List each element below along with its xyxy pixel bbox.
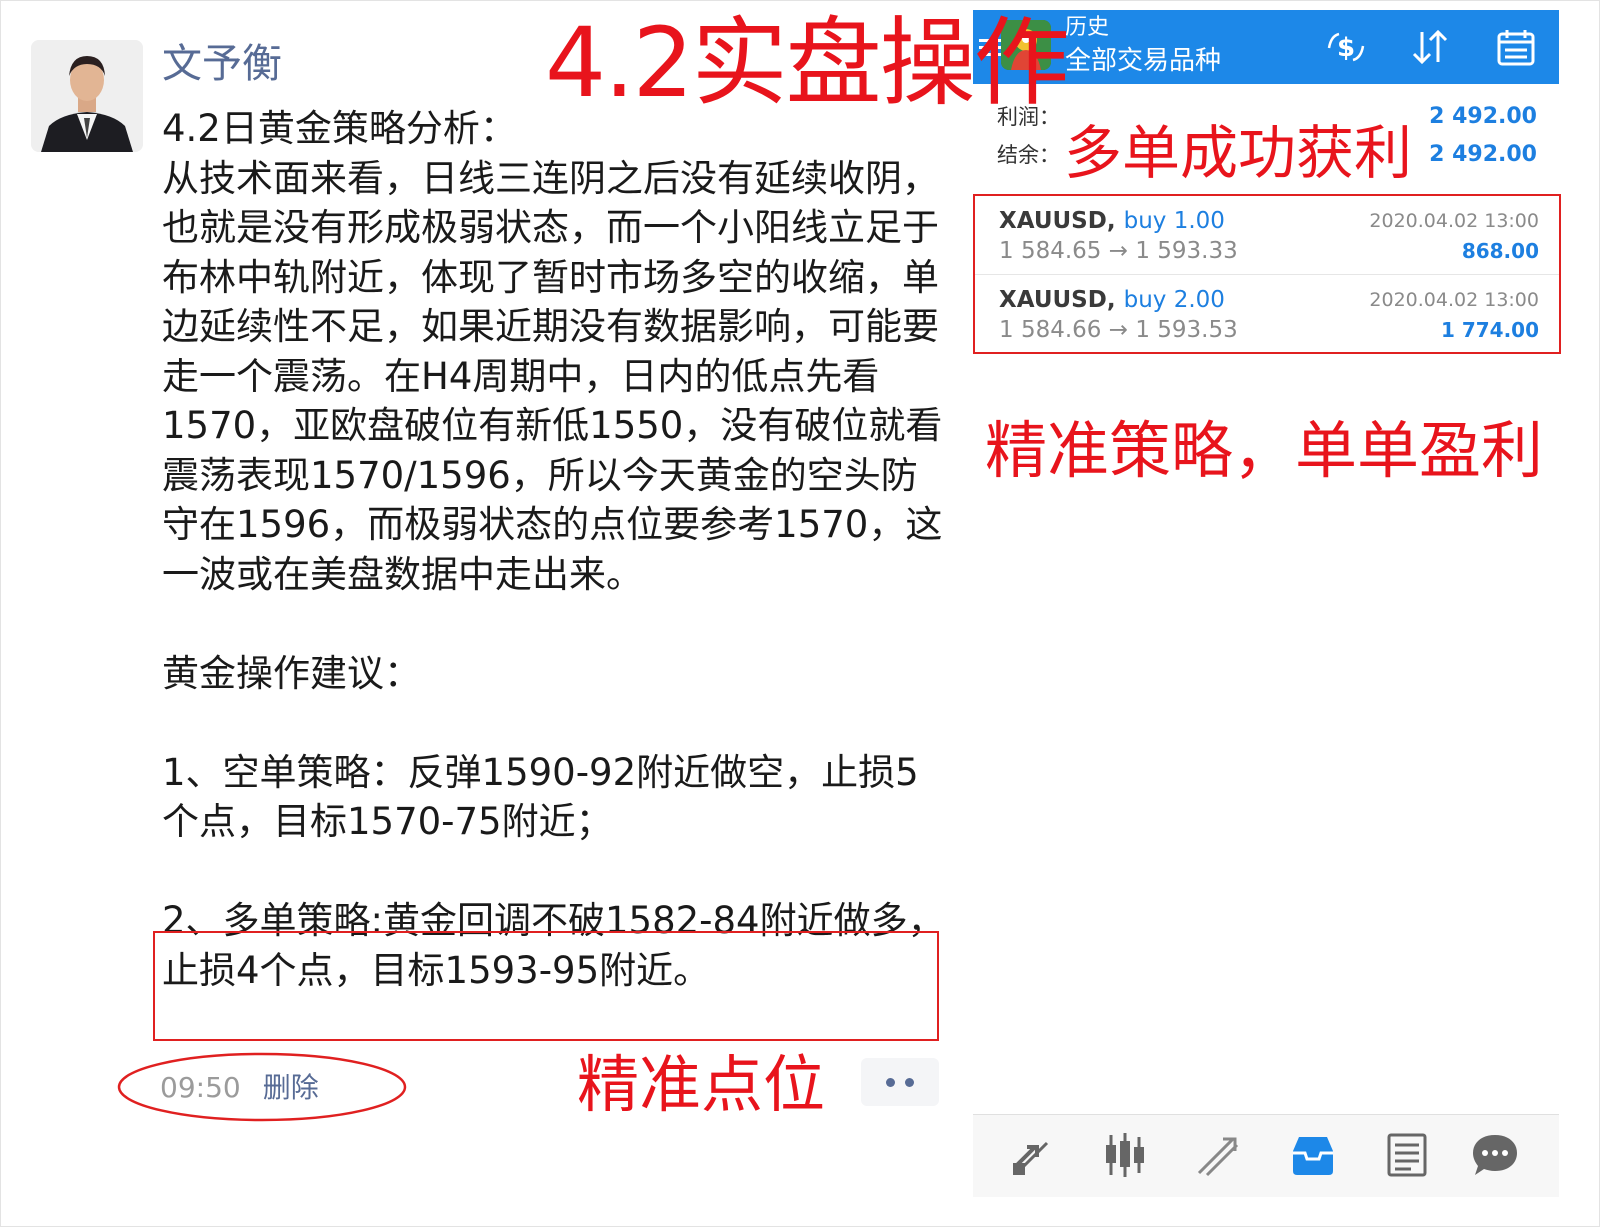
trade-open-price: 1 584.66 <box>999 317 1102 343</box>
trade-close-price: 1 593.53 <box>1135 317 1238 343</box>
post-paragraph-advice-heading: 黄金操作建议： <box>162 651 421 695</box>
trade-symbol: XAUUSD, <box>999 287 1116 313</box>
trade-open-price: 1 584.65 <box>999 238 1102 264</box>
balance-value: 2 492.00 <box>1429 142 1537 167</box>
trade-row[interactable]: XAUUSD, buy 2.00 1 584.66 → 1 593.53 202… <box>975 275 1559 353</box>
bottom-nav-bar <box>973 1114 1559 1197</box>
trade-action: buy 2.00 <box>1123 287 1225 313</box>
trade-date: 2020.04.02 13:00 <box>1369 289 1539 311</box>
long-strategy-highlight-box <box>153 931 939 1041</box>
arrow-right-icon: → <box>1108 238 1129 264</box>
sort-icon[interactable] <box>1409 26 1451 68</box>
news-icon[interactable] <box>1381 1129 1433 1181</box>
post-paragraph-analysis: 4.2日黄金策略分析： 从技术面来看，日线三连阴之后没有延续收阴，也就是没有形成… <box>162 107 943 596</box>
post-paragraph-short-strategy: 1、空单策略：反弹1590-92附近做空，止损5个点，目标1570-75附近； <box>162 750 919 844</box>
trade-date: 2020.04.02 13:00 <box>1369 210 1539 232</box>
header-subtitle[interactable]: 全部交易品种 <box>1065 44 1221 78</box>
trades-highlight-box: XAUUSD, buy 1.00 1 584.65 → 1 593.33 202… <box>973 194 1561 354</box>
author-name[interactable]: 文予衡 <box>162 38 282 90</box>
annotation-profit: 多单成功获利 <box>1064 119 1413 187</box>
calendar-icon[interactable] <box>1495 26 1537 68</box>
balance-label: 结余： <box>997 143 1060 167</box>
trade-symbol: XAUUSD, <box>999 208 1116 234</box>
quotes-icon[interactable] <box>1007 1129 1059 1181</box>
annotation-title: 4.2实盘操作 <box>545 7 1070 119</box>
deposit-dollar-icon[interactable]: $ <box>1325 26 1367 68</box>
chart-candles-icon[interactable] <box>1099 1129 1151 1181</box>
header-title: 历史 <box>1065 15 1110 40</box>
trade-action: buy 1.00 <box>1123 208 1225 234</box>
trade-profit: 868.00 <box>1461 239 1539 263</box>
post-body: 4.2日黄金策略分析： 从技术面来看，日线三连阴之后没有延续收阴，也就是没有形成… <box>162 104 952 995</box>
screenshot: { "post": { "author": "文予衡", "paragraphs… <box>0 0 1600 1227</box>
avatar-portrait <box>31 40 143 152</box>
more-dots-icon[interactable] <box>861 1058 939 1106</box>
profit-value: 2 492.00 <box>1429 104 1537 129</box>
annotation-point: 精准点位 <box>577 1048 826 1121</box>
trade-icon[interactable] <box>1193 1129 1245 1181</box>
arrow-right-icon: → <box>1108 317 1129 343</box>
trade-profit: 1 774.00 <box>1440 318 1539 342</box>
trade-close-price: 1 593.33 <box>1135 238 1238 264</box>
svg-text:$: $ <box>1337 33 1355 63</box>
avatar[interactable] <box>31 40 143 152</box>
time-highlight-ellipse <box>117 1052 407 1122</box>
history-inbox-icon[interactable] <box>1287 1129 1339 1181</box>
chat-icon[interactable] <box>1469 1129 1521 1181</box>
trade-row[interactable]: XAUUSD, buy 1.00 1 584.65 → 1 593.33 202… <box>975 196 1559 275</box>
annotation-strategy: 精准策略，单单盈利 <box>985 414 1544 487</box>
